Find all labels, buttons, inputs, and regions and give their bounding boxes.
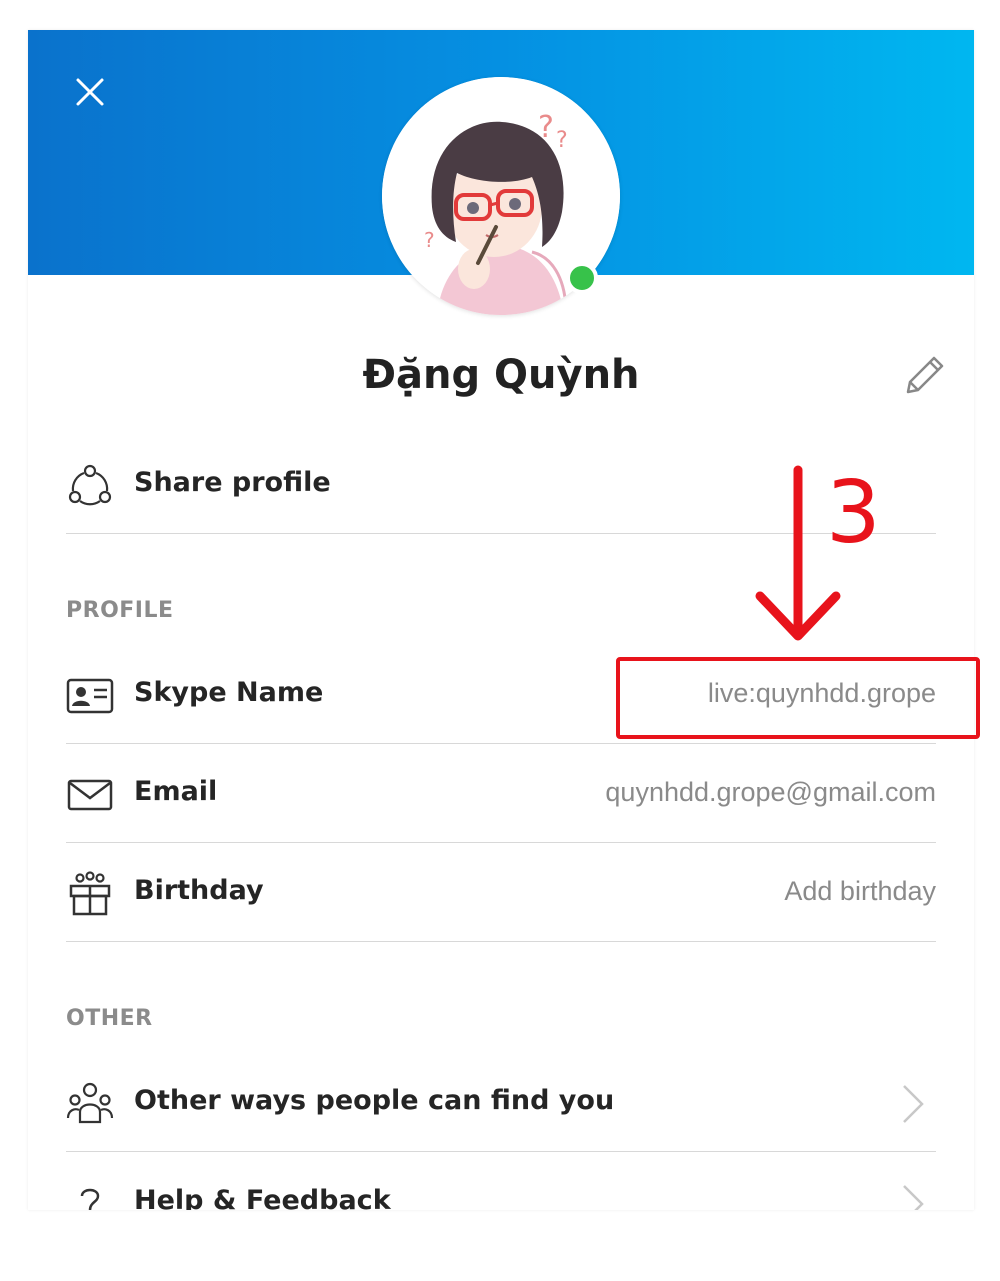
share-profile-row[interactable]: Share profile xyxy=(66,434,936,534)
chevron-right-icon xyxy=(903,1185,924,1210)
skype-name-label: Skype Name xyxy=(134,677,324,708)
pencil-icon xyxy=(906,356,944,394)
email-label: Email xyxy=(134,776,218,807)
email-value[interactable]: quynhdd.grope@gmail.com xyxy=(605,777,936,808)
share-profile-label: Share profile xyxy=(134,467,331,498)
presence-online-indicator xyxy=(566,262,598,294)
svg-text:?: ? xyxy=(556,128,568,153)
birthday-row[interactable]: Birthday Add birthday xyxy=(66,842,936,942)
annotation-step-number: 3 xyxy=(826,463,881,563)
section-header-other: OTHER xyxy=(66,1006,153,1031)
email-row[interactable]: Email quynhdd.grope@gmail.com xyxy=(66,743,936,843)
close-icon xyxy=(76,78,104,106)
share-icon xyxy=(68,464,112,506)
help-feedback-label: Help & Feedback xyxy=(134,1185,391,1210)
add-birthday-link[interactable]: Add birthday xyxy=(784,876,936,907)
annotation-highlight-box xyxy=(616,657,980,739)
gift-icon xyxy=(69,871,111,916)
chevron-right-icon xyxy=(903,1085,924,1123)
edit-profile-button[interactable] xyxy=(900,352,948,400)
birthday-label: Birthday xyxy=(134,875,264,906)
section-header-profile: PROFILE xyxy=(66,598,174,623)
close-button[interactable] xyxy=(72,74,108,110)
svg-text:?: ? xyxy=(424,228,435,252)
people-group-icon xyxy=(66,1082,114,1124)
profile-name: Đặng Quỳnh xyxy=(362,352,640,398)
other-ways-row[interactable]: Other ways people can find you xyxy=(66,1052,936,1152)
contact-card-icon xyxy=(66,678,114,714)
profile-panel: ? ? ? Đặng Quỳnh Share profile PROFILE S… xyxy=(28,30,974,1210)
other-ways-label: Other ways people can find you xyxy=(134,1085,615,1116)
question-icon xyxy=(80,1188,100,1210)
mail-icon xyxy=(67,779,113,811)
help-feedback-row[interactable]: Help & Feedback xyxy=(66,1152,936,1210)
